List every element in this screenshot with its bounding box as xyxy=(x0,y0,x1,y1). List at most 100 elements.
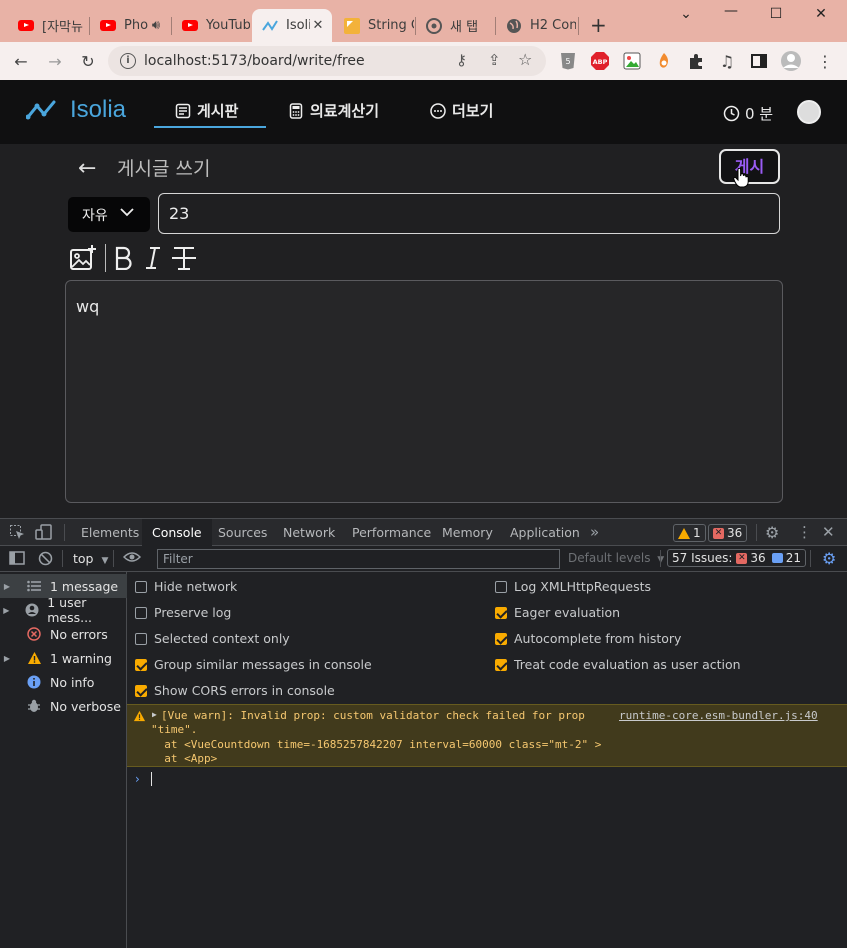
console-settings-gear-icon[interactable]: ⚙ xyxy=(822,549,836,568)
reload-icon[interactable]: ↻ xyxy=(77,50,99,72)
strikethrough-icon[interactable] xyxy=(170,245,198,271)
warning-count-badge[interactable]: 1 xyxy=(673,524,706,542)
nav-calculator[interactable]: 의료계산기 xyxy=(288,100,379,121)
key-icon[interactable]: ⚷ xyxy=(456,51,467,69)
setting-show-cors[interactable]: Show CORS errors in console xyxy=(135,683,335,698)
nav-more[interactable]: 더보기 xyxy=(430,100,493,121)
setting-preserve-log[interactable]: Preserve log xyxy=(135,605,231,620)
insert-image-icon[interactable] xyxy=(68,243,98,273)
share-icon[interactable]: ⇪ xyxy=(488,51,501,69)
svg-text:ABP: ABP xyxy=(593,58,608,66)
back-icon[interactable]: ← xyxy=(10,50,32,72)
list-icon xyxy=(26,578,42,594)
setting-eager-eval[interactable]: Eager evaluation xyxy=(495,605,620,620)
context-selector[interactable]: top ▼ xyxy=(73,551,108,566)
live-expression-eye-icon[interactable] xyxy=(122,550,142,567)
address-bar[interactable]: i localhost:5173/board/write/free ⚷ ⇪ ☆ xyxy=(108,46,546,76)
console-filter-input[interactable]: Filter xyxy=(157,549,560,569)
browser-tab[interactable]: H2 Con xyxy=(496,9,576,42)
log-levels-dropdown[interactable]: Default levels ▼ xyxy=(568,551,664,565)
setting-hide-network[interactable]: Hide network xyxy=(135,579,237,594)
profile-avatar-icon[interactable] xyxy=(780,50,802,72)
back-arrow-icon[interactable]: ← xyxy=(78,156,96,181)
bold-icon[interactable] xyxy=(112,246,134,270)
close-tab-icon[interactable]: ✕ xyxy=(310,18,326,33)
tab-elements[interactable]: Elements xyxy=(71,519,149,546)
image-extension-icon[interactable] xyxy=(621,50,643,72)
tab-network[interactable]: Network xyxy=(273,519,345,546)
setting-selected-context[interactable]: Selected context only xyxy=(135,631,290,646)
clear-console-icon[interactable] xyxy=(38,551,53,569)
gear-icon[interactable]: ⚙ xyxy=(765,523,779,542)
error-count-badge[interactable]: ✕ 36 xyxy=(708,524,748,542)
issues-badge[interactable]: 57 Issues: ✕ 36 21 xyxy=(667,549,806,567)
inspect-element-icon[interactable] xyxy=(9,524,25,543)
sidebar-toggle-icon[interactable] xyxy=(9,551,25,568)
category-dropdown[interactable]: 자유 xyxy=(68,197,150,232)
clock-icon xyxy=(723,105,740,122)
tab-title: Pho xyxy=(124,18,148,33)
browser-tab[interactable]: Pho 🔊︎ xyxy=(90,9,170,42)
tab-memory[interactable]: Memory xyxy=(432,519,503,546)
post-body-editor[interactable]: wq xyxy=(65,280,783,503)
devtools-menu-icon[interactable]: ⋮ xyxy=(797,523,812,541)
error-icon: ✕ xyxy=(736,552,748,564)
sidebar-item-errors[interactable]: No errors xyxy=(0,622,127,646)
tab-performance[interactable]: Performance xyxy=(342,519,441,546)
side-panel-icon[interactable] xyxy=(748,50,770,72)
console-warning-message[interactable]: ▶ [Vue warn]: Invalid prop: custom valid… xyxy=(127,704,847,767)
browser-tab[interactable]: YouTub xyxy=(172,9,250,42)
sidebar-item-warnings[interactable]: ▶ 1 warning xyxy=(0,646,127,670)
tab-console[interactable]: Console xyxy=(142,519,212,546)
tab-sources[interactable]: Sources xyxy=(208,519,277,546)
extension-icon[interactable] xyxy=(653,50,675,72)
browser-tab[interactable]: String C xyxy=(334,9,414,42)
url-text[interactable]: localhost:5173/board/write/free xyxy=(144,53,365,69)
device-toolbar-icon[interactable] xyxy=(35,524,53,543)
italic-icon[interactable] xyxy=(140,246,166,270)
youtube-icon xyxy=(100,18,116,34)
close-devtools-icon[interactable]: ✕ xyxy=(822,523,835,541)
media-control-icon[interactable]: ♫ xyxy=(716,50,738,72)
minimize-button[interactable]: — xyxy=(721,3,741,19)
tab-title: Isoli xyxy=(286,18,310,33)
extensions-puzzle-icon[interactable] xyxy=(685,50,707,72)
forward-icon[interactable]: → xyxy=(44,50,66,72)
error-icon: ✕ xyxy=(713,527,724,539)
post-title-input[interactable]: 23 xyxy=(158,193,780,234)
setting-log-xhr[interactable]: Log XMLHttpRequests xyxy=(495,579,651,594)
setting-autocomplete[interactable]: Autocomplete from history xyxy=(495,631,681,646)
sidebar-item-label: 1 message xyxy=(50,578,119,594)
maximize-button[interactable]: ☐ xyxy=(766,6,786,22)
tab-application[interactable]: Application xyxy=(500,519,590,546)
user-avatar[interactable] xyxy=(797,100,821,124)
source-link[interactable]: runtime-core.esm-bundler.js:40 xyxy=(619,709,818,722)
sidebar-item-user-messages[interactable]: ▶ 1 user mess... xyxy=(0,595,127,625)
speaker-icon[interactable]: 🔊︎ xyxy=(148,18,164,33)
browser-menu-icon[interactable]: ⋮ xyxy=(814,50,836,72)
nav-board[interactable]: 게시판 xyxy=(175,100,238,121)
browser-tab-active[interactable]: Isoli ✕ xyxy=(252,9,332,42)
browser-tab[interactable]: 새 탭 xyxy=(416,9,494,42)
post-button[interactable]: 게시 xyxy=(719,149,780,184)
browser-tab[interactable]: [자막뉴 xyxy=(8,9,86,42)
new-tab-button[interactable]: + xyxy=(590,13,607,37)
more-tabs-icon[interactable]: » xyxy=(590,523,599,541)
html5-extension-icon[interactable]: 5 xyxy=(557,50,579,72)
site-info-icon[interactable]: i xyxy=(120,53,136,69)
close-window-button[interactable]: ✕ xyxy=(811,6,831,22)
setting-group-similar[interactable]: Group similar messages in console xyxy=(135,657,372,672)
brand-logo[interactable]: Isolia xyxy=(26,96,126,124)
sidebar-item-verbose[interactable]: No verbose xyxy=(0,694,127,718)
adblock-icon[interactable]: ABP xyxy=(589,50,611,72)
bookmark-star-icon[interactable]: ☆ xyxy=(518,50,532,69)
issues-info-count: 21 xyxy=(785,551,801,565)
tab-title: H2 Con xyxy=(530,18,576,33)
sidebar-item-label: No errors xyxy=(50,626,108,642)
expand-triangle-icon[interactable]: ▶ xyxy=(152,710,157,719)
console-settings: Hide network Preserve log Selected conte… xyxy=(127,572,847,702)
tab-search-icon[interactable]: ⌄ xyxy=(676,6,696,22)
setting-treat-user-action[interactable]: Treat code evaluation as user action xyxy=(495,657,741,672)
console-input[interactable] xyxy=(151,772,152,786)
sidebar-item-info[interactable]: No info xyxy=(0,670,127,694)
